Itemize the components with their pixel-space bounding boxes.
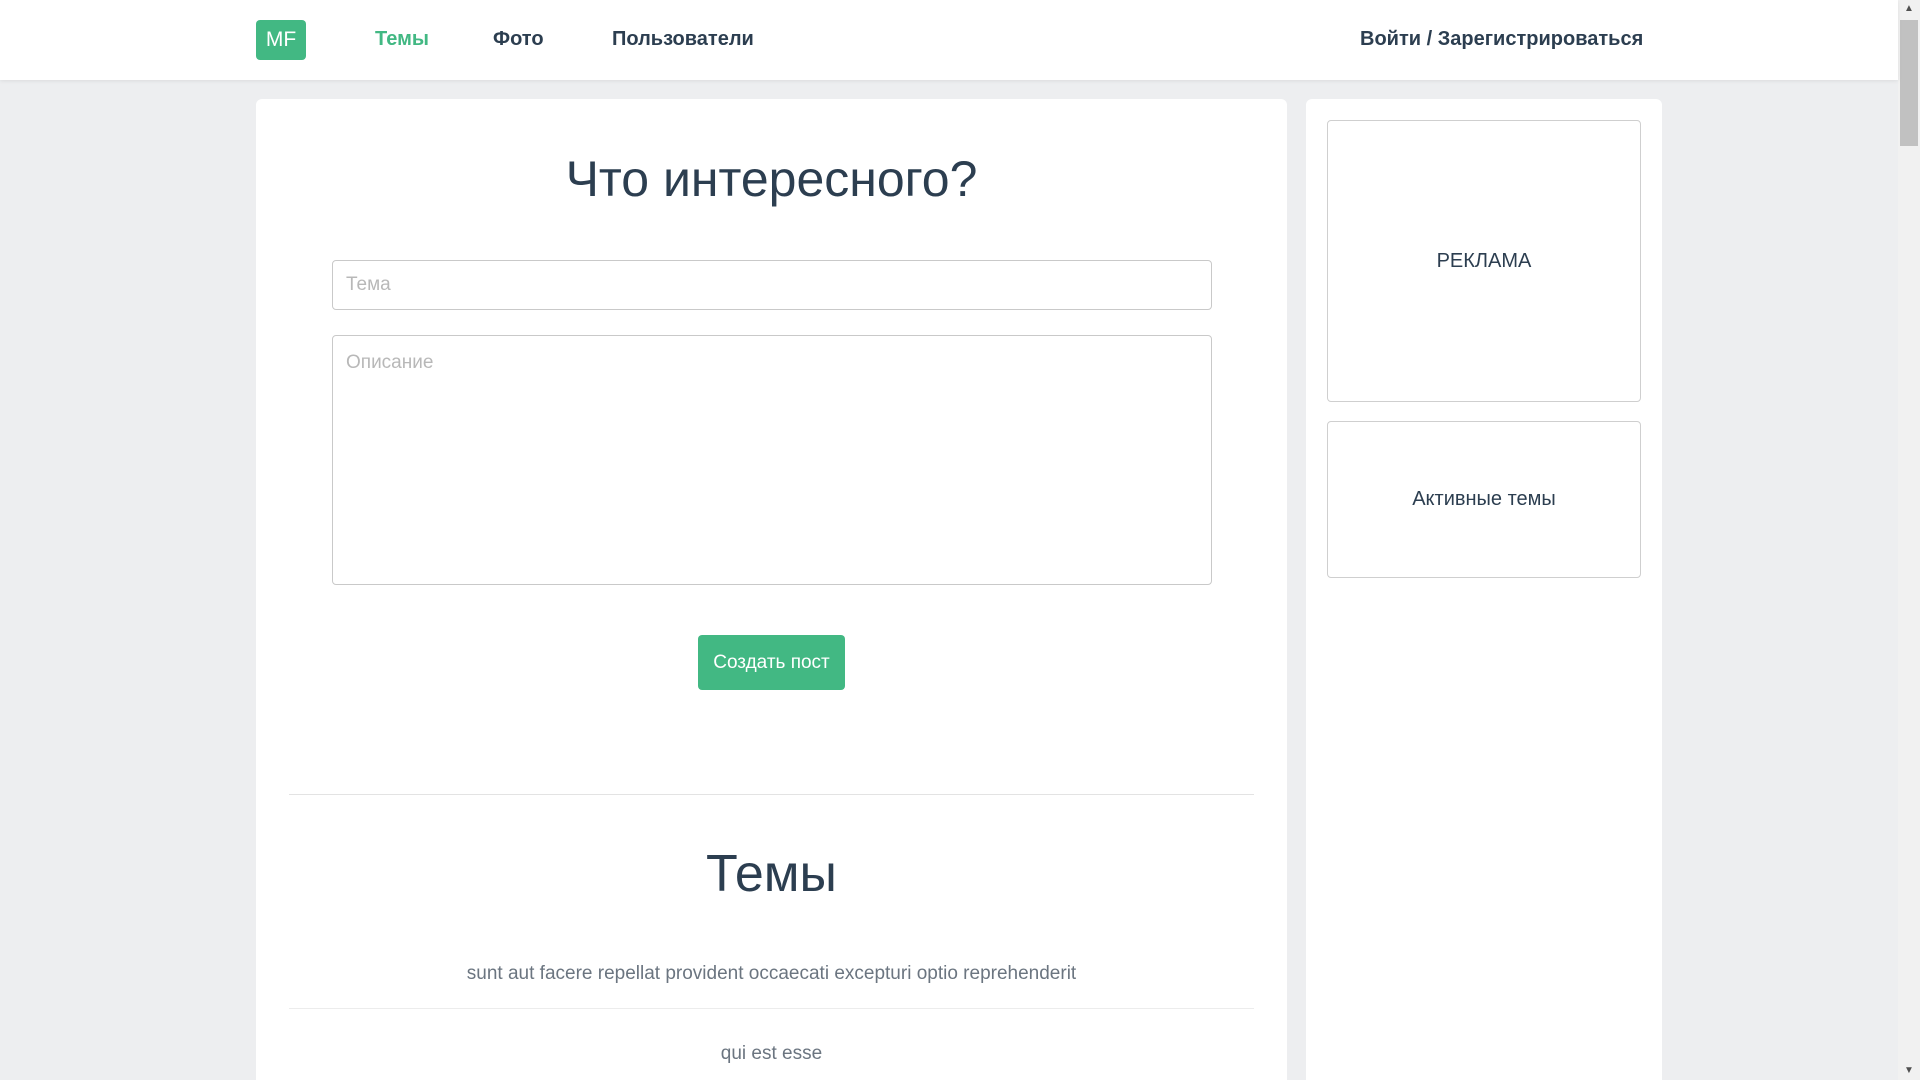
scrollbar-thumb[interactable]	[1900, 20, 1918, 146]
scroll-down-arrow-icon[interactable]: ▼	[1898, 1062, 1920, 1080]
active-topics-box: Активные темы	[1327, 421, 1641, 578]
logo[interactable]: MF	[256, 20, 306, 60]
scroll-up-arrow-icon[interactable]: ▲	[1898, 0, 1920, 18]
description-textarea[interactable]	[332, 335, 1212, 585]
create-post-button[interactable]: Создать пост	[698, 635, 845, 690]
section-divider	[289, 794, 1254, 795]
active-topics-label: Активные темы	[1412, 488, 1556, 510]
nav-link-topics[interactable]: Темы	[375, 28, 429, 51]
page: MF Темы Фото Пользователи Войти / Зареги…	[0, 0, 1920, 1080]
top-navbar: MF Темы Фото Пользователи Войти / Зареги…	[0, 0, 1898, 80]
login-register-link[interactable]: Войти / Зарегистрироваться	[1360, 28, 1643, 51]
sidebar: РЕКЛАМА Активные темы	[1306, 99, 1662, 1080]
topic-input[interactable]	[332, 260, 1212, 310]
topic-list-item[interactable]: qui est esse	[289, 1043, 1254, 1065]
vertical-scrollbar[interactable]: ▲ ▼	[1898, 0, 1920, 1080]
advertisement-label: РЕКЛАМА	[1436, 249, 1532, 272]
nav-link-users[interactable]: Пользователи	[612, 28, 754, 51]
create-post-heading: Что интересного?	[565, 151, 978, 207]
main-content-card: Что интересного? Создать пост Темы sunt …	[256, 99, 1287, 1080]
topic-separator	[289, 1008, 1254, 1009]
topics-heading: Темы	[706, 845, 837, 903]
nav-link-photo[interactable]: Фото	[493, 28, 544, 51]
advertisement-box: РЕКЛАМА	[1327, 120, 1641, 402]
topic-list-item[interactable]: sunt aut facere repellat provident occae…	[289, 963, 1254, 985]
